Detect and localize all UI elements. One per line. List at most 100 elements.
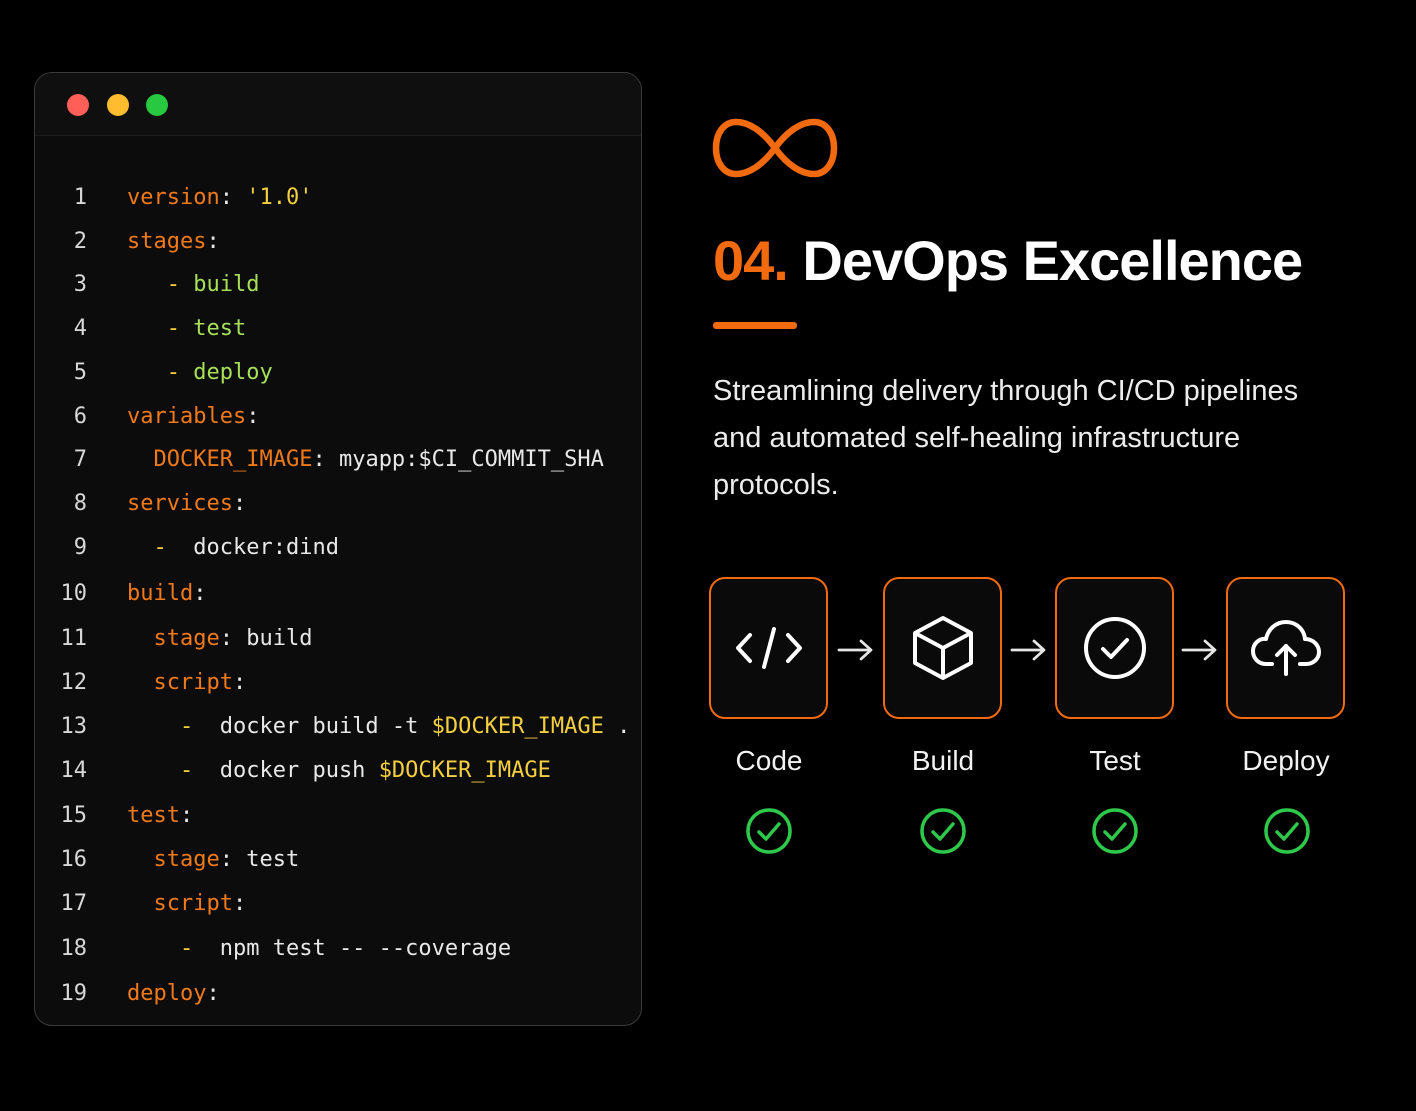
code-text: test: [127,801,193,831]
code-token: docker push [219,758,379,783]
step-label-test: Test [1089,745,1141,776]
line-number: 11 [60,626,88,651]
maximize-window-button[interactable] [146,94,168,116]
code-token: - [179,714,220,739]
code-text: script: [127,668,247,698]
code-token: - [179,936,220,961]
code-token: deploy [193,360,273,385]
arrow-right-icon [1181,639,1217,661]
line-number: 16 [60,847,88,872]
code-token: '1.0' [246,185,313,210]
code-icon [735,627,802,669]
step-label-build: Build [911,745,975,776]
code-text: - test [127,314,246,344]
code-token: - [179,758,220,783]
code-token: docker:dind [193,535,339,560]
arrow-right-icon [1010,639,1046,661]
infinity-icon [712,118,838,178]
code-text: - docker push $DOCKER_IMAGE [127,756,551,786]
code-token: DOCKER_IMAGE [153,447,313,472]
code-text: - npm test -- --coverage [127,934,511,964]
code-token: $DOCKER_IMAGE [431,714,604,739]
code-token: build [193,272,260,297]
pipeline-step-test[interactable] [1055,577,1174,719]
close-window-button[interactable] [67,94,89,116]
line-number: 19 [60,981,88,1006]
code-token: : [232,891,247,916]
code-token: stage [153,626,220,651]
minimize-window-button[interactable] [107,94,129,116]
line-number: 6 [73,404,87,429]
line-number: 10 [60,581,88,606]
code-text: variables: [127,402,259,432]
code-text: - build [127,270,260,300]
code-text: DOCKER_IMAGE: myapp:$CI_COMMIT_SHA [127,445,604,475]
section-description: Streamlining delivery through CI/CD pipe… [713,375,1299,501]
line-number: 5 [73,360,87,385]
line-number: 7 [73,447,87,472]
status-check-icon [920,808,966,854]
code-token: $DOCKER_IMAGE [378,758,551,783]
code-token: : [232,670,247,695]
code-text: - docker:dind [127,533,339,563]
code-token: script [153,670,233,695]
line-number: 12 [60,670,88,695]
arrow-right-icon [837,639,873,661]
line-number: 1 [73,185,87,210]
code-token: - [166,316,194,341]
pipeline-step-deploy[interactable] [1226,577,1345,719]
cube-icon [912,616,973,680]
step-label-code: Code [735,745,803,776]
code-token: : [193,581,207,606]
cloud-upload-icon [1250,620,1321,676]
code-token: : [206,981,220,1006]
status-check-icon [1264,808,1310,854]
line-number: 17 [60,891,88,916]
code-token: : [179,803,194,828]
code-token: services [127,491,233,516]
pipeline-step-build[interactable] [883,577,1002,719]
code-text: services: [127,489,246,519]
code-token: docker build -t [219,714,432,739]
pipeline-step-code[interactable] [709,577,828,719]
code-token: : [219,847,247,872]
line-number: 4 [73,316,87,341]
step-label-deploy: Deploy [1242,745,1330,776]
code-token: - [166,272,194,297]
code-text: stage: build [127,624,313,654]
code-token: stage [153,847,220,872]
code-text: script: [127,889,247,919]
code-token: : [219,626,247,651]
code-token: variables [127,404,247,429]
code-token: : [232,491,247,516]
code-token: : [312,447,339,472]
code-token: test [193,316,247,341]
status-check-icon [746,808,792,854]
line-number: 15 [60,803,88,828]
code-text: version: '1.0' [127,183,312,213]
code-token: npm test -- --coverage [219,936,512,961]
code-token: myapp:$CI_COMMIT_SHA [338,447,604,472]
code-token: . [603,714,631,739]
line-number: 13 [60,714,88,739]
window-titlebar [35,73,641,136]
code-text: build: [127,579,206,609]
code-token: script [153,891,233,916]
code-editor-window: 1 version: '1.0' 2 stages: 3 - build 4 - test… [34,72,642,1026]
line-number: 14 [60,758,88,783]
code-token: : [206,229,220,254]
title-underline [713,322,797,329]
code-token: : [219,185,247,210]
